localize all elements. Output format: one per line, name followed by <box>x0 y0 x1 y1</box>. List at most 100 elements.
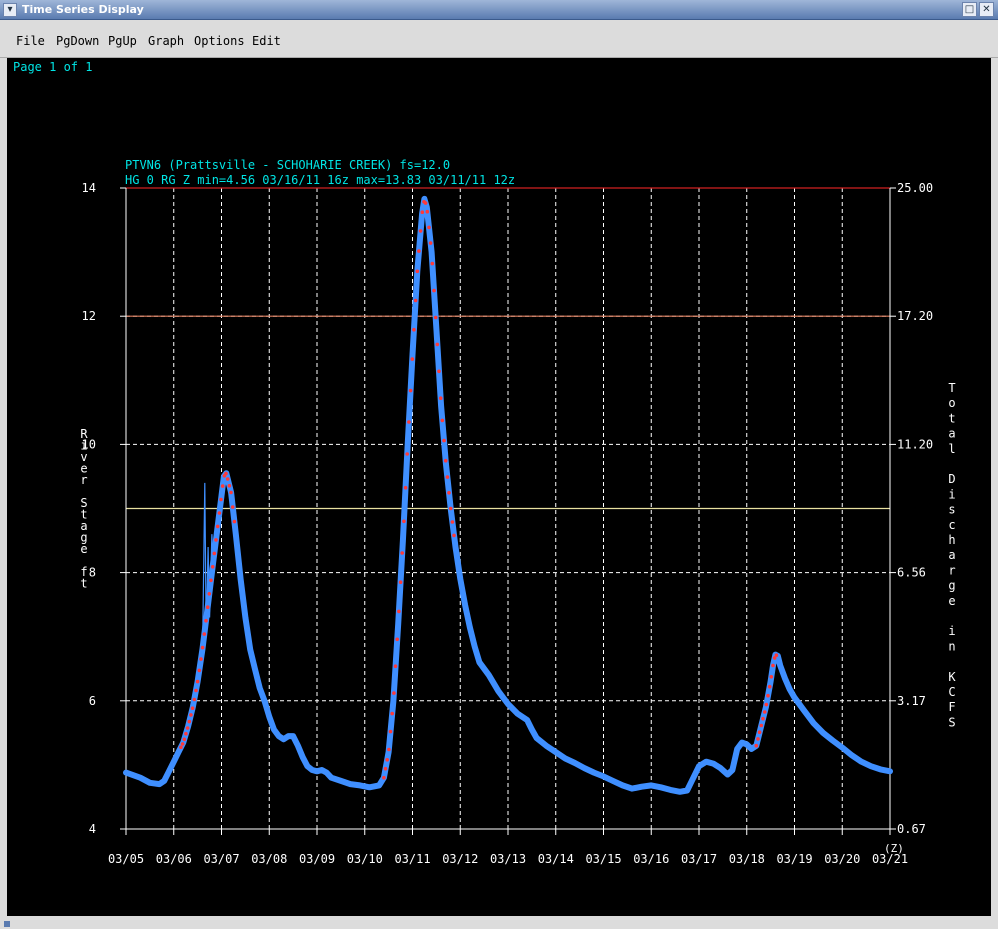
data-point-marker <box>761 716 765 721</box>
y-tick-label-left: 8 <box>89 566 96 580</box>
menu-edit[interactable]: Edit <box>252 34 281 48</box>
y-axis-label-right-char: c <box>948 518 955 532</box>
y-axis-label-right: Total Discharge in KCFS <box>948 381 956 729</box>
data-point-marker <box>440 418 445 423</box>
y-axis-label-left-char: e <box>80 542 87 556</box>
data-point-marker <box>209 578 213 583</box>
data-point-marker <box>762 710 767 714</box>
y-axis-label-right-char: i <box>948 624 955 638</box>
y-axis-label-right-char: t <box>948 411 955 425</box>
data-point-marker <box>405 452 410 456</box>
x-tick-label: 03/15 <box>585 852 621 866</box>
data-point-marker <box>224 471 228 476</box>
y-axis-label-left: River Stage ft <box>80 427 88 591</box>
data-point-marker <box>445 475 450 479</box>
data-point-marker <box>189 713 193 717</box>
window-titlebar: ▾ Time Series Display □ ✕ <box>0 0 998 20</box>
data-point-marker <box>197 668 202 673</box>
y-axis-label-right-char: a <box>948 427 955 441</box>
y-axis-label-right-char: s <box>948 503 955 517</box>
y-axis-label-right-char: C <box>948 685 955 699</box>
data-point-marker <box>204 618 208 623</box>
data-point-marker <box>195 679 200 684</box>
data-point-marker <box>418 229 423 233</box>
y-tick-label-left: 4 <box>89 822 96 836</box>
data-point-marker <box>427 225 431 230</box>
y-axis-label-right-char: S <box>948 715 955 729</box>
y-axis-label-right-char: g <box>948 579 955 593</box>
data-point-marker <box>452 533 456 538</box>
x-tick-label: 03/11 <box>394 852 430 866</box>
x-tick-label: 03/19 <box>776 852 812 866</box>
x-tick-label: 03/21 <box>872 852 908 866</box>
x-tick-label: 03/16 <box>633 852 669 866</box>
y-axis-label-right-char: e <box>948 594 955 608</box>
data-point-marker <box>395 637 400 642</box>
close-icon[interactable]: ✕ <box>979 2 994 17</box>
data-point-marker <box>432 288 436 293</box>
chevron-down-icon[interactable]: ▾ <box>3 3 17 17</box>
y-axis-label-right-char: i <box>948 487 955 501</box>
menu-options[interactable]: Options <box>194 34 245 48</box>
data-point-marker <box>435 342 440 347</box>
data-point-marker <box>393 664 398 668</box>
menu-graph[interactable]: Graph <box>148 34 184 48</box>
data-point-marker <box>413 298 418 303</box>
y-tick-label-right: 6.56 <box>897 566 926 580</box>
data-point-marker <box>385 758 390 762</box>
plot-area[interactable]: Page 1 of 1 PTVN6 (Prattsville - SCHOHAR… <box>7 58 991 916</box>
menu-file[interactable]: File <box>16 34 45 48</box>
y-tick-label-right: 3.17 <box>897 694 926 708</box>
data-point-marker <box>180 742 185 746</box>
data-point-marker <box>390 711 395 716</box>
data-point-marker <box>417 249 421 253</box>
x-tick-label: 03/17 <box>681 852 717 866</box>
data-point-marker <box>207 592 212 596</box>
data-point-marker <box>774 653 779 657</box>
x-tick-label: 03/12 <box>442 852 478 866</box>
data-point-marker <box>182 737 187 742</box>
data-point-marker <box>402 519 406 524</box>
data-point-marker <box>387 747 391 752</box>
data-point-marker <box>403 485 408 490</box>
data-point-marker <box>187 719 192 724</box>
y-axis-label-right-char: F <box>948 700 955 714</box>
data-point-marker <box>229 490 233 495</box>
data-point-marker <box>397 609 401 614</box>
y-tick-label-right: 17.20 <box>897 309 933 323</box>
data-point-marker <box>771 663 775 668</box>
data-point-marker <box>433 315 438 320</box>
data-point-marker <box>200 645 205 650</box>
menu-pgdown[interactable]: PgDown <box>56 34 99 48</box>
y-axis-label-right-char: r <box>948 563 955 577</box>
x-tick-label: 03/08 <box>251 852 287 866</box>
data-point-marker <box>438 396 443 401</box>
data-point-marker <box>205 605 210 609</box>
data-point-marker <box>179 745 183 750</box>
data-point-marker <box>754 743 759 748</box>
x-tick-label: 03/05 <box>108 852 144 866</box>
menu-bar: File PgDown PgUp Graph Options Edit <box>0 20 998 58</box>
y-axis-label-right-char: a <box>948 548 955 562</box>
menu-pgup[interactable]: PgUp <box>108 34 137 48</box>
data-point-marker <box>202 632 207 636</box>
data-point-marker <box>766 693 770 698</box>
data-point-marker <box>219 497 223 502</box>
resize-handle[interactable] <box>4 921 10 927</box>
data-point-marker <box>194 688 198 693</box>
x-tick-label: 03/10 <box>347 852 383 866</box>
y-tick-label-left: 12 <box>82 309 96 323</box>
data-point-marker <box>442 438 446 443</box>
data-point-marker <box>764 702 769 707</box>
data-point-marker <box>769 675 774 679</box>
data-point-marker <box>217 511 222 515</box>
y-axis-label-left-char: t <box>80 577 87 591</box>
data-point-marker <box>450 520 455 524</box>
y-axis-label-left-char: r <box>80 473 87 487</box>
time-series-chart[interactable]: Page 1 of 1 PTVN6 (Prattsville - SCHOHAR… <box>7 58 991 916</box>
y-tick-label-right: 25.00 <box>897 181 933 195</box>
data-point-marker <box>185 726 190 730</box>
maximize-icon[interactable]: □ <box>962 2 977 17</box>
y-axis-label-right-char: h <box>948 533 955 547</box>
data-point-marker <box>420 210 425 214</box>
